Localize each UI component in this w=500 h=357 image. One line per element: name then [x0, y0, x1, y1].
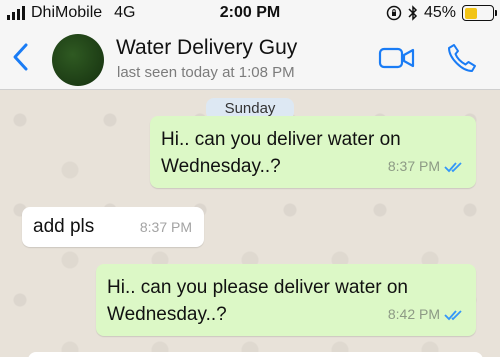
chat-header: Water Delivery Guy last seen today at 1:… — [0, 26, 500, 90]
message-outgoing[interactable]: Hi.. can you deliver water on Wednesday.… — [150, 116, 476, 188]
message-text: add pls — [33, 216, 95, 237]
bluetooth-icon — [408, 5, 418, 21]
contact-name[interactable]: Water Delivery Guy — [116, 36, 297, 60]
message-meta: 8:42 PM — [388, 301, 464, 328]
avatar[interactable] — [52, 34, 104, 86]
message-incoming[interactable]: add pls 8:37 PM — [22, 207, 204, 247]
message-line: Hi.. can you please deliver water on — [107, 277, 408, 298]
battery-percent: 45% — [423, 4, 456, 21]
phone-call-icon[interactable] — [446, 42, 478, 74]
chat-area[interactable]: Sunday Hi.. can you deliver water on Wed… — [0, 90, 500, 357]
message-line: Wednesday..? — [107, 304, 227, 325]
message-meta: 8:37 PM — [140, 214, 192, 241]
message-time: 8:42 PM — [387, 306, 440, 322]
message-text: Hi.. can you please deliver water on Wed… — [107, 274, 408, 328]
message-text: Hi.. can you deliver water on Wednesday.… — [161, 126, 401, 180]
next-message-peek — [28, 352, 483, 357]
message-line: Hi.. can you deliver water on — [161, 129, 401, 150]
status-bar: DhiMobile 4G 2:00 PM 45% — [0, 0, 500, 26]
message-time: 8:37 PM — [387, 158, 440, 174]
read-ticks-icon — [444, 161, 462, 172]
video-call-icon[interactable] — [378, 44, 416, 72]
message-time: 8:37 PM — [139, 219, 192, 235]
orientation-lock-icon — [386, 5, 402, 21]
battery-icon — [462, 5, 497, 21]
battery-fill — [464, 7, 477, 19]
read-ticks-icon — [444, 309, 462, 320]
message-outgoing[interactable]: Hi.. can you please deliver water on Wed… — [96, 264, 476, 336]
message-line: Wednesday..? — [161, 156, 281, 177]
message-meta: 8:37 PM — [388, 153, 464, 180]
status-right: 45% — [386, 4, 497, 22]
last-seen-status: last seen today at 1:08 PM — [117, 64, 295, 81]
back-chevron-icon[interactable] — [8, 40, 34, 74]
